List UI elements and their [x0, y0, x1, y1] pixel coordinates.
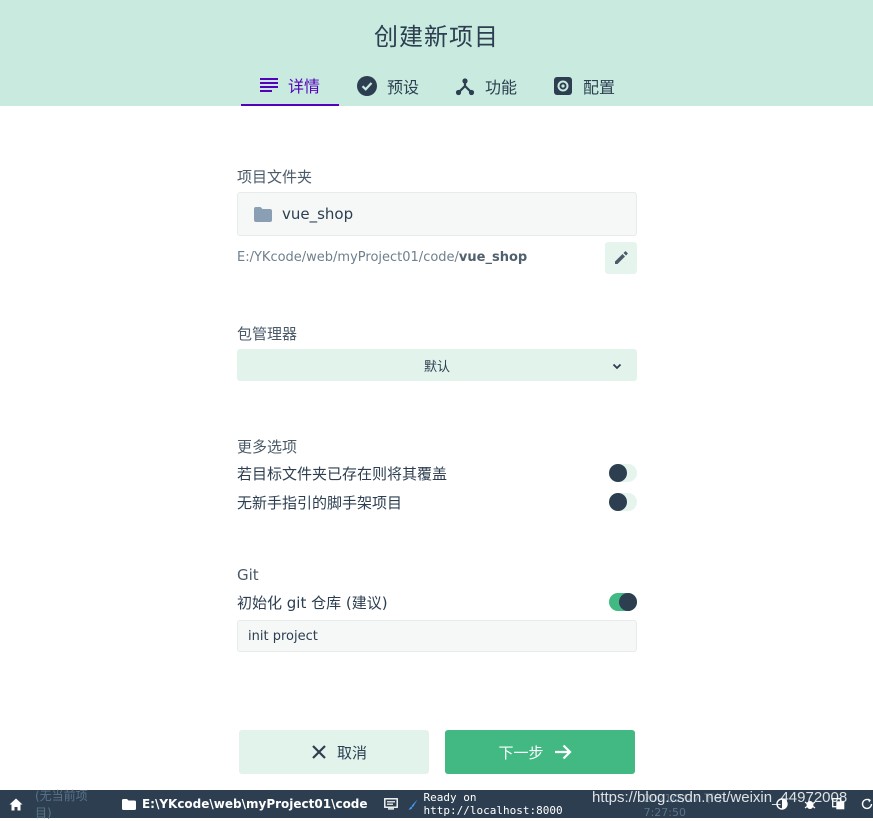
path-prefix: E:/YKcode/web/myProject01/code/ [237, 250, 459, 265]
skip-guide-toggle[interactable] [609, 493, 637, 511]
folder-input[interactable]: vue_shop [237, 192, 637, 236]
tab-label: 配置 [582, 78, 615, 97]
folder-icon [254, 206, 272, 222]
tab-label: 功能 [484, 78, 517, 97]
chevron-down-icon [611, 357, 623, 376]
option-label: 无新手指引的脚手架项目 [237, 493, 403, 512]
next-label: 下一步 [498, 743, 544, 762]
option-label: 若目标文件夹已存在则将其覆盖 [237, 464, 448, 483]
page-title: 创建新项目 [374, 23, 499, 51]
check-circle-icon [356, 76, 377, 96]
arrow-right-icon [554, 744, 572, 760]
home-icon[interactable] [9, 790, 23, 818]
option-init-git[interactable]: 初始化 git 仓库 (建议) [237, 589, 637, 615]
settings-icon [553, 76, 573, 96]
list-icon [259, 77, 278, 93]
git-label: Git [237, 566, 259, 584]
package-manager-label: 包管理器 [237, 325, 298, 343]
path-name: vue_shop [458, 250, 528, 265]
option-overwrite[interactable]: 若目标文件夹已存在则将其覆盖 [237, 460, 637, 486]
header: 创建新项目 详情 预设 功能 配置 [0, 0, 873, 106]
cancel-label: 取消 [336, 743, 367, 762]
commit-message-input[interactable]: init project [237, 620, 637, 652]
next-button[interactable]: 下一步 [445, 730, 635, 774]
folder-label: 项目文件夹 [237, 168, 313, 186]
init-git-toggle[interactable] [609, 593, 637, 611]
brush-icon [408, 790, 418, 818]
console-icon[interactable] [383, 790, 398, 818]
refresh-icon[interactable] [861, 790, 873, 818]
folder-name: vue_shop [282, 205, 354, 223]
tab-presets[interactable]: 预设 [339, 66, 437, 106]
folder-path: E:/YKcode/web/myProject01/code/vue_shop [237, 250, 527, 265]
pencil-icon [614, 249, 628, 268]
cwd-status[interactable]: E:\YKcode\web\myProject01\code [142, 790, 368, 818]
option-skip-guide[interactable]: 无新手指引的脚手架项目 [237, 489, 637, 515]
tab-label: 详情 [287, 77, 320, 96]
tab-config[interactable]: 配置 [535, 66, 633, 106]
option-label: 初始化 git 仓库 (建议) [237, 593, 388, 612]
current-project-status[interactable]: (无当前项目) [35, 789, 100, 820]
tab-details[interactable]: 详情 [241, 66, 339, 106]
folder-icon [121, 790, 136, 818]
edit-path-button[interactable] [605, 242, 637, 274]
overwrite-toggle[interactable] [609, 464, 637, 482]
tab-features[interactable]: 功能 [437, 66, 535, 106]
more-options-label: 更多选项 [237, 438, 298, 456]
package-manager-select[interactable]: 默认 [237, 349, 637, 381]
tab-label: 预设 [386, 78, 419, 97]
server-status: Ready on http://localhost:8000 [423, 791, 563, 817]
cancel-button[interactable]: 取消 [239, 730, 429, 774]
close-icon [311, 744, 327, 760]
tab-bar: 详情 预设 功能 配置 [241, 66, 633, 106]
package-manager-value: 默认 [423, 359, 450, 375]
fork-icon [455, 76, 475, 96]
watermark: https://blog.csdn.net/weixin_44972008 [592, 789, 848, 806]
